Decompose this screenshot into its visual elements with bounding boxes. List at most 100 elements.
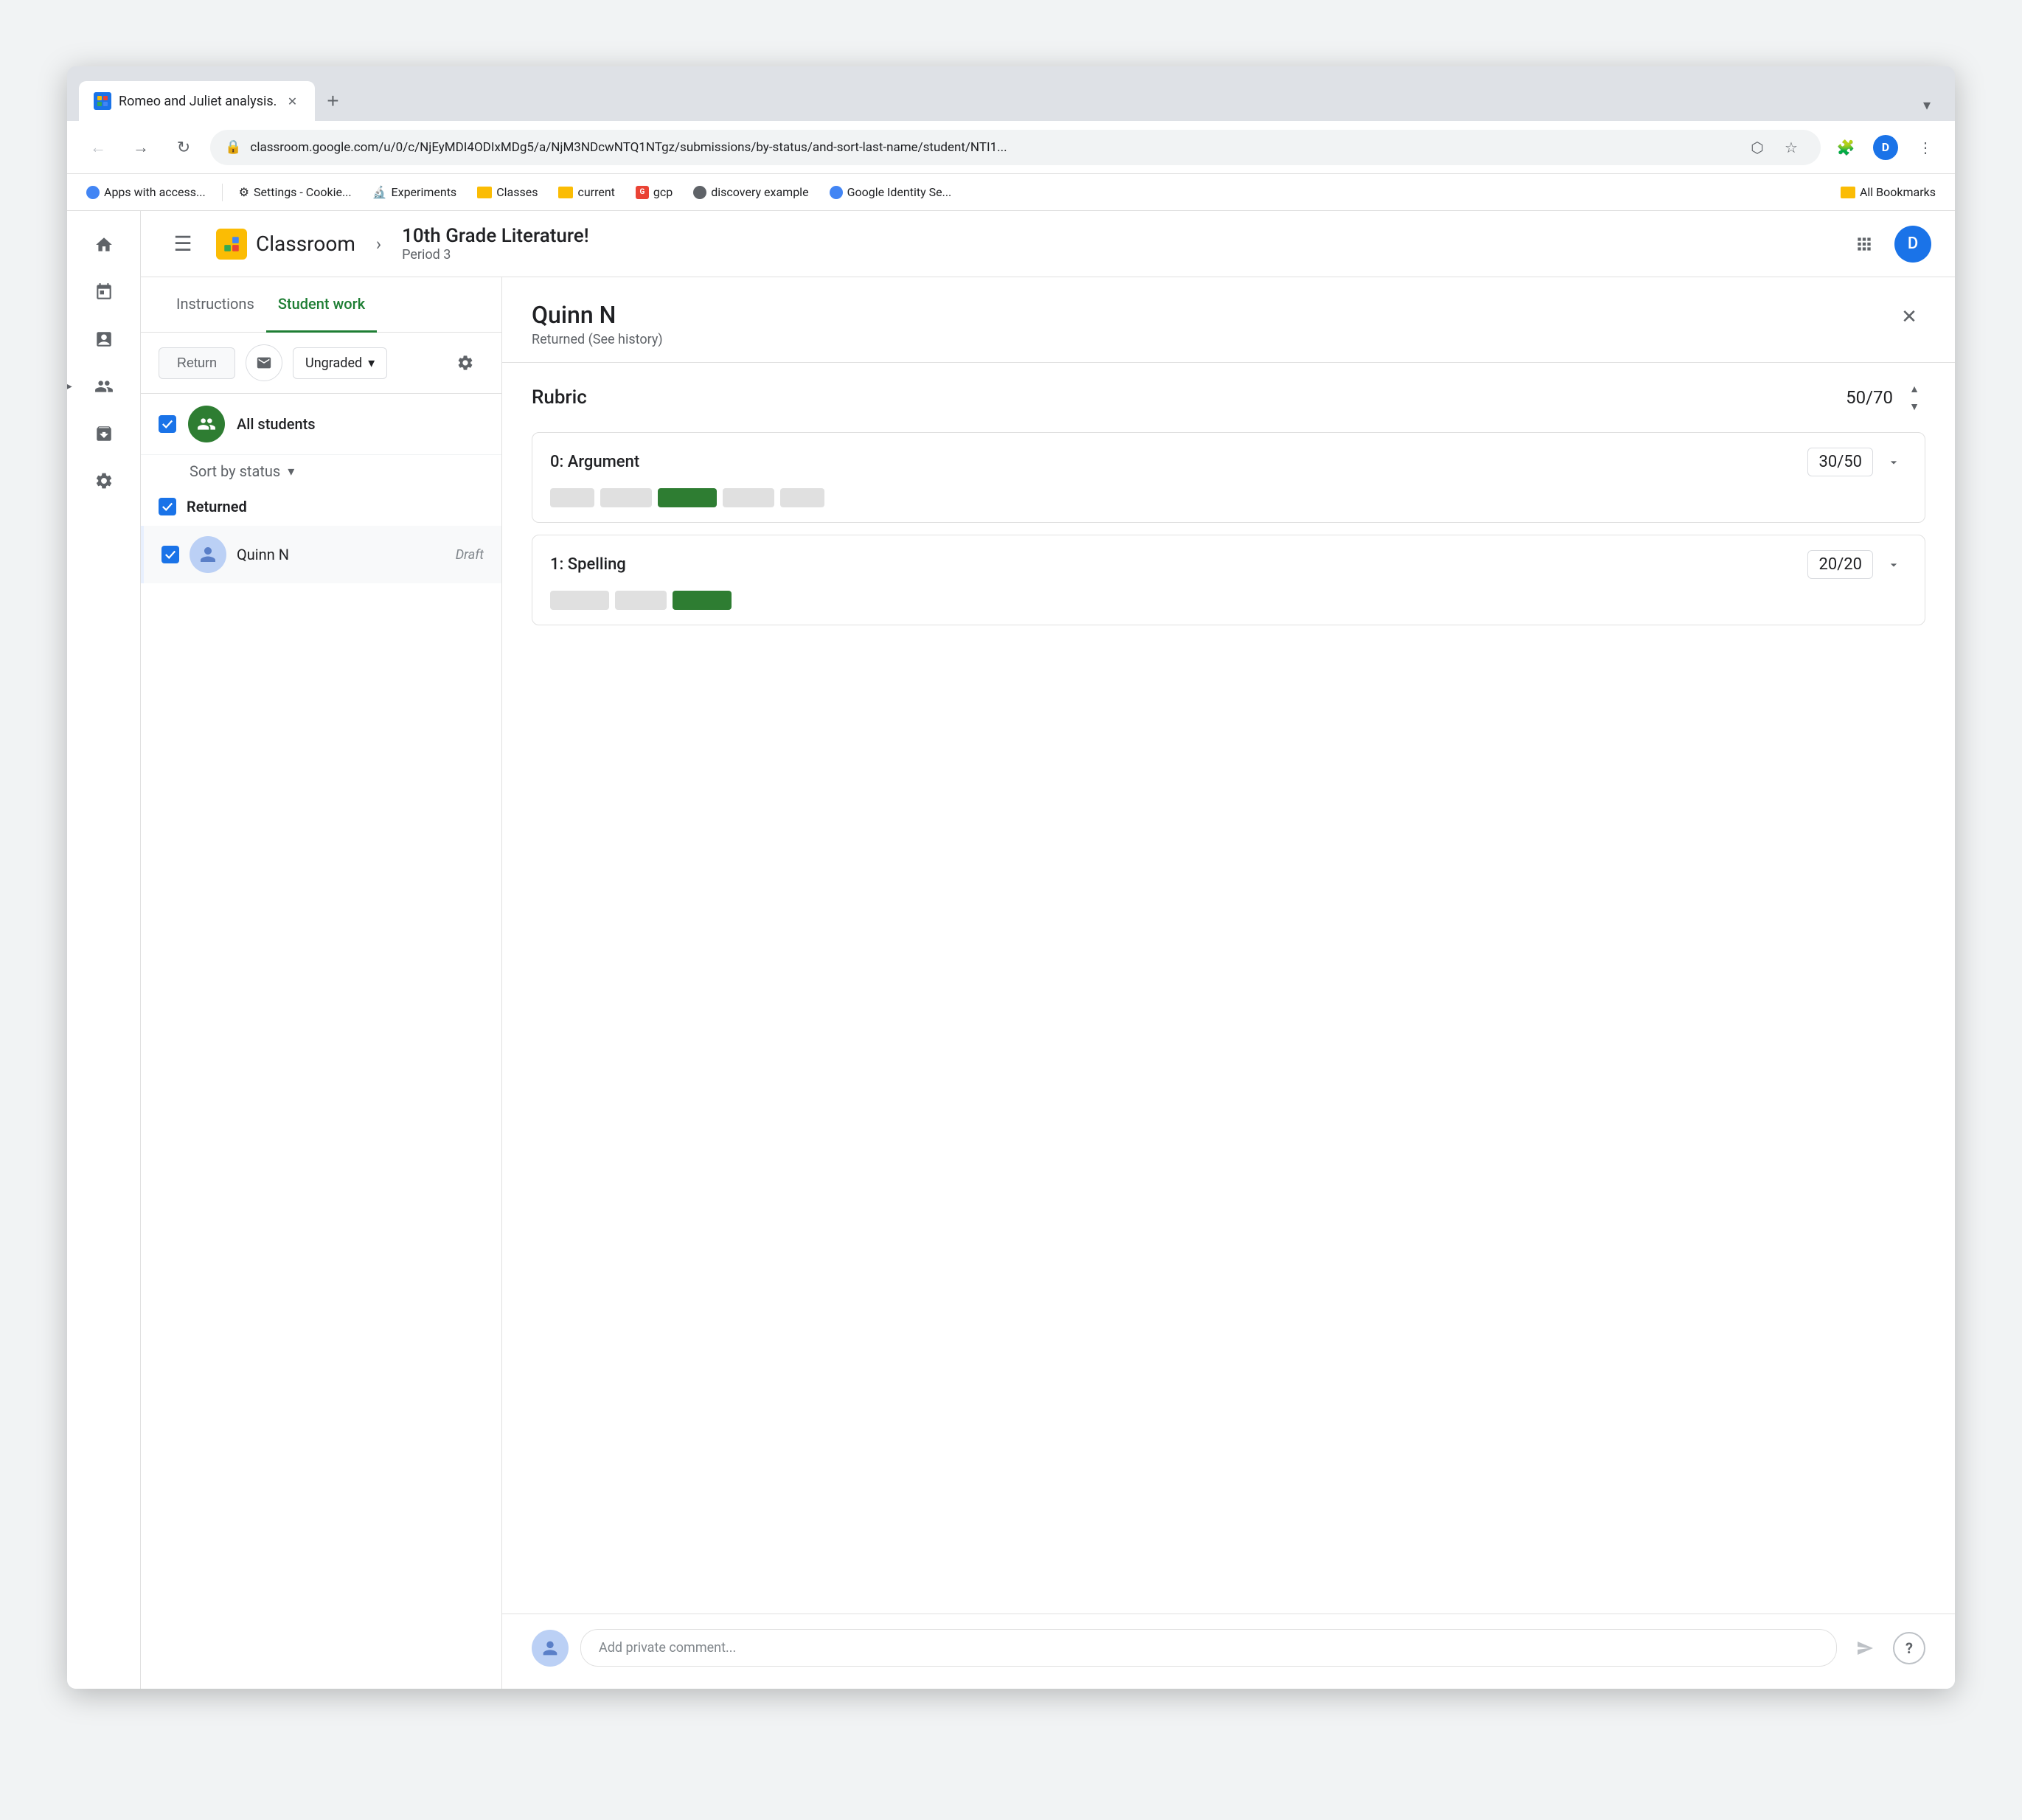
forward-button[interactable]: → [125,131,157,164]
sort-row: Sort by status ▾ [141,455,501,487]
returned-checkbox[interactable] [159,498,176,515]
bar-s1[interactable] [550,591,609,610]
bookmark-current[interactable]: current [551,182,622,202]
criterion-argument-name: 0: Argument [550,453,1807,471]
extensions-icon[interactable]: 🧩 [1831,133,1861,162]
bar-s2[interactable] [615,591,667,610]
bookmark-gcp[interactable]: G gcp [628,182,680,202]
new-tab-button[interactable]: + [315,81,350,121]
score-up-button[interactable]: ▲ [1903,381,1925,397]
criterion-spelling-name: 1: Spelling [550,555,1807,574]
student-name: Quinn N [237,546,445,563]
profile-icon[interactable]: D [1871,133,1900,162]
toolbar: Return Ungraded ▾ [141,333,501,394]
comment-placeholder: Add private comment... [599,1640,736,1656]
detail-header: Quinn N Returned (See history) ✕ [502,277,1955,363]
bookmark-classes[interactable]: Classes [470,182,545,202]
score-down-button[interactable]: ▼ [1903,398,1925,414]
commenter-avatar [532,1630,569,1667]
tab-bar: Romeo and Juliet analysis. ✕ + ▾ [67,66,1955,121]
rubric-score: 50/70 [1846,387,1893,408]
student-checkbox[interactable] [161,546,179,563]
criterion-argument: 0: Argument 30/50 [532,432,1925,523]
grade-selector[interactable]: Ungraded ▾ [293,347,387,379]
app-logo-icon [216,229,247,260]
tab-close-button[interactable]: ✕ [284,93,300,109]
grade-dropdown-arrow: ▾ [368,355,375,371]
bookmark-apps[interactable]: Apps with access... [79,182,213,202]
apps-grid-icon[interactable] [1846,226,1883,263]
course-period: Period 3 [402,247,589,263]
tab-favicon [94,92,111,110]
all-bookmarks[interactable]: All Bookmarks [1833,182,1943,202]
all-students-row: All students [141,394,501,455]
sidebar-item-calendar[interactable] [78,270,130,314]
settings-icon[interactable] [447,344,484,381]
bookmark-settings[interactable]: ⚙ Settings - Cookie... [232,182,359,202]
student-detail-status: Returned (See history) [532,332,663,347]
tab-student-work[interactable]: Student work [266,277,377,333]
criterion-argument-expand[interactable] [1880,449,1907,476]
bar-5[interactable] [780,488,824,507]
url-bar[interactable]: 🔒 classroom.google.com/u/0/c/NjEyMDI4ODI… [210,130,1821,165]
criterion-argument-score: 30/50 [1807,448,1873,476]
back-button[interactable]: ← [82,131,114,164]
criterion-argument-header: 0: Argument 30/50 [550,448,1907,476]
sidebar-item-settings[interactable] [78,459,130,503]
cast-icon[interactable]: ⬡ [1743,133,1772,162]
student-avatar [190,536,226,573]
active-tab[interactable]: Romeo and Juliet analysis. ✕ [79,81,315,121]
sort-arrow[interactable]: ▾ [288,464,294,479]
criterion-argument-bars [550,488,1907,507]
student-detail-name: Quinn N [532,301,663,329]
hamburger-menu[interactable]: ☰ [164,226,201,263]
comment-input[interactable]: Add private comment... [580,1629,1837,1667]
bookmark-experiments[interactable]: 🔬 Experiments [365,182,465,202]
tab-menu-button[interactable]: ▾ [1911,88,1943,121]
course-info: 10th Grade Literature! Period 3 [402,225,589,263]
address-bar: ← → ↻ 🔒 classroom.google.com/u/0/c/NjEyM… [67,121,1955,174]
bar-2[interactable] [600,488,652,507]
group-icon [188,406,225,442]
bookmark-discovery[interactable]: discovery example [686,182,816,202]
bar-3[interactable] [658,488,717,507]
criterion-spelling-header: 1: Spelling 20/20 [550,550,1907,579]
tab-title: Romeo and Juliet analysis. [119,94,277,109]
return-button[interactable]: Return [159,347,235,379]
sidebar-item-people[interactable] [78,364,130,409]
tab-instructions[interactable]: Instructions [164,277,266,333]
menu-dots-icon[interactable]: ⋮ [1911,133,1940,162]
criterion-spelling-bars [550,591,1907,610]
send-button[interactable] [1849,1632,1881,1664]
close-button[interactable]: ✕ [1893,301,1925,333]
all-students-checkbox[interactable] [159,415,176,433]
mail-icon[interactable] [246,344,282,381]
main-content: ☰ Classroom › 10th Grade Literature! Per… [141,211,1955,1689]
detail-panel: Quinn N Returned (See history) ✕ Rubric … [502,277,1955,1689]
sort-label: Sort by status [190,462,280,480]
sidebar-item-archive[interactable] [78,411,130,456]
student-list: All students Sort by status ▾ R [141,394,501,1689]
student-row[interactable]: Quinn N Draft [141,526,501,583]
sidebar: ▶ [67,211,141,1689]
bookmark-icon[interactable]: ☆ [1776,133,1806,162]
lock-icon: 🔒 [225,139,241,155]
rubric-score-stepper[interactable]: ▲ ▼ [1903,381,1925,414]
user-avatar[interactable]: D [1894,226,1931,263]
bar-4[interactable] [723,488,774,507]
tab-nav: Instructions Student work [141,277,501,333]
criterion-spelling-expand[interactable] [1880,552,1907,578]
help-button[interactable]: ? [1893,1632,1925,1664]
section-header-row: Returned [141,487,501,526]
url-text: classroom.google.com/u/0/c/NjEyMDI4ODIxM… [250,140,1734,155]
sidebar-item-assignments[interactable] [78,317,130,361]
student-panel: Instructions Student work Return Ungrade… [141,277,502,1689]
sidebar-item-home[interactable] [78,223,130,267]
comment-section: Add private comment... ? [502,1614,1955,1689]
bar-1[interactable] [550,488,594,507]
reload-button[interactable]: ↻ [167,131,200,164]
bookmark-google-identity[interactable]: Google Identity Se... [822,182,959,202]
bar-s3[interactable] [673,591,732,610]
sidebar-expand-icon[interactable]: ▶ [67,381,72,392]
criterion-spelling: 1: Spelling 20/20 [532,535,1925,625]
